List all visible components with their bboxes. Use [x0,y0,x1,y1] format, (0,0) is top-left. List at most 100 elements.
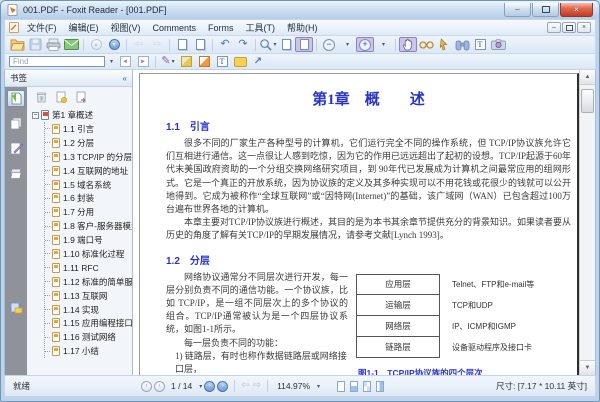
select-annotation-button[interactable] [435,37,453,52]
last-page-button[interactable]: › [217,380,229,392]
marquee-zoom-button[interactable]: ▾ [259,37,277,52]
arrow-tool-button[interactable]: ↗ [249,54,267,69]
bookmark-item[interactable]: 1.8 客户-服务器模型 [45,219,132,233]
collapse-panel-icon[interactable]: « [123,74,127,83]
maximize-button[interactable] [532,3,559,17]
first-page-button[interactable]: ‹ [141,380,152,392]
continuous-layout-button[interactable] [350,380,359,392]
mdi-close-button[interactable]: × [577,22,591,33]
page-down-button[interactable]: ▾ [105,37,123,52]
full-screen-button[interactable] [191,37,209,52]
bookmark-item[interactable]: 1.11 RFC [45,261,132,275]
bookmark-item[interactable]: 1.17 小结 [45,344,132,358]
bookmark-item[interactable]: 1.4 互联网的地址 [45,164,132,178]
next-page-button[interactable]: › [204,380,216,392]
find-input[interactable] [9,56,105,67]
search-button[interactable] [453,37,471,52]
select-text-button[interactable]: T [471,37,489,52]
page-up-button[interactable]: ▴ [87,37,105,52]
bookmark-item[interactable]: 1.13 互联网 [45,289,132,303]
bookmark-label: 1.3 TCP/IP 的分层 [63,151,132,162]
typewriter-tool-button[interactable]: T [213,54,231,69]
bookmark-item[interactable]: 1.2 分层 [45,136,132,150]
add-bookmark-icon[interactable] [56,91,67,103]
menu-edit[interactable]: 编辑(E) [63,20,105,35]
find-options-dropdown[interactable]: ▾ [106,54,116,69]
zoom-in-dropdown[interactable]: ▾ [374,37,392,52]
tab-bookmarks[interactable] [7,90,25,107]
zoom-out-button[interactable]: − [320,37,338,52]
bookmark-item[interactable]: 1.16 测试网络 [45,330,132,344]
menu-file[interactable]: 文件(F) [21,20,63,35]
save-button[interactable] [26,37,44,52]
zoom-in-button[interactable]: + [356,37,374,52]
bookmark-item[interactable]: 1.12 标准的简单服务 [45,275,132,289]
open-button[interactable] [8,37,26,52]
fit-width-button[interactable] [295,37,313,52]
fit-page-button[interactable] [277,37,295,52]
loupe-tool-button[interactable] [417,37,435,52]
tab-signatures[interactable] [7,140,25,157]
collapse-node-icon[interactable]: − [32,111,39,119]
page-dropdown-icon[interactable]: ▾ [199,383,202,390]
find-next-button[interactable]: ► [134,54,152,69]
delete-bookmark-icon[interactable] [36,91,47,103]
email-button[interactable] [62,37,80,52]
previous-view-icon[interactable]: ⇦ [241,381,249,391]
highlight-tool-button[interactable] [177,54,195,69]
menu-tools[interactable]: 工具(T) [240,20,282,35]
tab-pages[interactable] [7,115,25,132]
continuous-facing-layout-button[interactable] [376,380,385,392]
snapshot-button[interactable] [489,37,507,52]
scroll-up-button[interactable]: ▲ [580,70,595,85]
bookmark-item[interactable]: 1.14 实现 [45,303,132,317]
facing-layout-button[interactable] [363,380,372,392]
minimize-button[interactable]: – [504,3,531,17]
mdi-restore-button[interactable] [562,22,576,33]
page-view-button[interactable] [173,37,191,52]
scroll-down-button[interactable]: ▼ [580,360,595,375]
layer-desc: IP、ICMP和IGMP [452,321,517,331]
bookmark-item[interactable]: 1.7 分用 [45,205,132,219]
print-button[interactable] [44,37,62,52]
zoom-dropdown-icon[interactable]: ▾ [317,383,320,390]
bookmark-icon [52,262,60,273]
zoom-out-dropdown[interactable]: ▾ [338,37,356,52]
note-tool-button[interactable] [231,54,249,69]
vertical-scrollbar[interactable]: ▲ ▼ [579,70,595,375]
scrollbar-thumb[interactable] [581,89,594,113]
bookmark-item[interactable]: 1.9 端口号 [45,233,132,247]
redo-button[interactable]: ↷ [234,37,252,52]
document-pane[interactable]: 第1章 概 述 1.1 引言 很多不同的厂家生产各种型号的计算机，它们运行完全不… [133,70,595,375]
previous-page-button[interactable]: ‹ [154,380,165,392]
next-view-icon[interactable]: ⇨ [253,381,261,391]
undo-button[interactable]: ↶ [216,37,234,52]
close-button[interactable]: × [560,3,593,17]
single-page-layout-button[interactable] [337,380,346,392]
tab-comments[interactable] [7,300,25,317]
bookmark-item[interactable]: 1.3 TCP/IP 的分层 [45,150,132,164]
bookmark-icon [52,221,60,232]
bookmark-item[interactable]: 1.15 应用编程接口 [45,316,132,330]
bookmark-root[interactable]: − 第1 章概述 [32,108,132,122]
find-previous-button[interactable]: ◄ [116,54,134,69]
next-view-button[interactable]: ⇨ [148,37,166,52]
bookmark-item[interactable]: 1.5 域名系统 [45,178,132,192]
pencil-tool-button[interactable]: ✎ ▾ [159,54,177,69]
export-bookmark-icon[interactable] [76,91,87,103]
zoom-level-display[interactable]: 114.97% [277,381,310,391]
hand-tool-button[interactable] [399,37,417,52]
marker-tool-button[interactable] [195,54,213,69]
title-bar[interactable]: 001.PDF - Foxit Reader - [001.PDF] – × [1,1,599,19]
menu-forms[interactable]: Forms [202,20,240,35]
previous-view-button[interactable]: ⇦ [130,37,148,52]
menu-comments[interactable]: Comments [147,20,203,35]
bookmark-item[interactable]: 1.1 引言 [45,122,132,136]
menu-help[interactable]: 帮助(H) [281,20,324,35]
page-number-display[interactable]: 1 / 14 [171,381,192,391]
mdi-minimize-button[interactable]: – [547,22,561,33]
tab-layers[interactable] [7,165,25,182]
bookmark-item[interactable]: 1.6 封装 [45,191,132,205]
menu-view[interactable]: 视图(V) [105,20,147,35]
bookmark-item[interactable]: 1.10 标准化过程 [45,247,132,261]
